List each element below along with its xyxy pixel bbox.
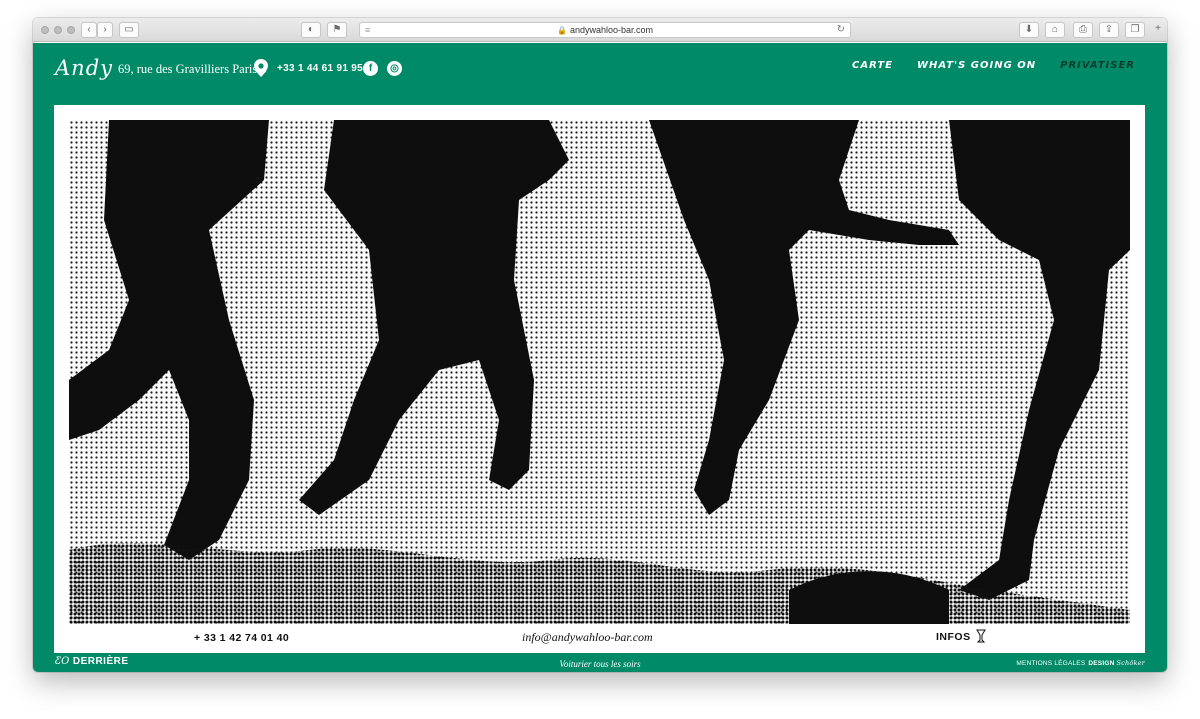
home-icon: ⌂ xyxy=(1051,24,1059,35)
tabs-button[interactable]: ❐ xyxy=(1125,22,1145,38)
home-button[interactable]: ⌂ xyxy=(1045,22,1065,38)
reader-icon[interactable]: ≡ xyxy=(365,23,370,37)
chevron-left-icon: ‹ xyxy=(87,24,91,35)
window-controls xyxy=(41,26,75,34)
url-text: andywahloo-bar.com xyxy=(569,25,654,35)
address-bar[interactable]: ≡ 🔒 andywahloo-bar.com ↻ xyxy=(359,22,851,38)
site-logo[interactable]: Andy xyxy=(55,56,113,80)
new-tab-button[interactable]: + xyxy=(1151,22,1165,38)
location-pin-icon[interactable] xyxy=(254,59,268,77)
content-frame: + 33 1 42 74 01 40 info@andywahloo-bar.c… xyxy=(54,105,1145,653)
browser-window: ‹ › ▭ ◐ ⚑ ≡ 🔒 andywahloo-bar.com ↻ ⬇ ⌂ ⎙ … xyxy=(33,18,1167,672)
close-window-button[interactable] xyxy=(41,26,49,34)
cocktail-glass-icon[interactable] xyxy=(976,629,986,643)
minimize-window-button[interactable] xyxy=(54,26,62,34)
footer-tagline: Voiturier tous les soirs xyxy=(559,659,641,669)
hero-image xyxy=(69,120,1130,624)
nav-carte[interactable]: CARTE xyxy=(852,60,893,71)
share-icon: ⇪ xyxy=(1104,24,1114,35)
share-button[interactable]: ⇪ xyxy=(1099,22,1119,38)
forward-button[interactable]: › xyxy=(97,22,113,38)
contact-phone[interactable]: + 33 1 42 74 01 40 xyxy=(194,632,289,644)
tabs-icon: ❐ xyxy=(1130,24,1140,35)
design-label: DESIGN xyxy=(1088,660,1115,667)
header-phone[interactable]: +33 1 44 61 91 95 xyxy=(277,63,363,74)
instagram-icon[interactable]: ◎ xyxy=(387,61,402,76)
halftone-dancers-image xyxy=(69,120,1130,624)
sidebar-icon: ▭ xyxy=(124,24,134,35)
infos-link[interactable]: INFOS xyxy=(936,631,971,643)
print-icon: ⎙ xyxy=(1079,24,1087,35)
privacy-button[interactable]: ◐ xyxy=(301,22,321,38)
legal-link[interactable]: MENTIONS LÉGALES xyxy=(1016,660,1085,667)
nav-whats-going-on[interactable]: WHAT'S GOING ON xyxy=(917,60,1036,71)
sidebar-button[interactable]: ▭ xyxy=(119,22,139,38)
design-credit-link[interactable]: Schöker xyxy=(1117,659,1146,667)
facebook-icon[interactable]: f xyxy=(363,61,378,76)
extension-button[interactable]: ⚑ xyxy=(327,22,347,38)
zoom-window-button[interactable] xyxy=(67,26,75,34)
main-nav: CARTE WHAT'S GOING ON PRIVATISER xyxy=(852,60,1135,71)
reload-icon[interactable]: ↻ xyxy=(837,23,845,37)
shield-icon: ◐ xyxy=(307,24,315,35)
back-button[interactable]: ‹ xyxy=(81,22,97,38)
print-button[interactable]: ⎙ xyxy=(1073,22,1093,38)
plus-icon: + xyxy=(1155,23,1161,34)
contact-email[interactable]: info@andywahloo-bar.com xyxy=(522,630,653,645)
browser-toolbar: ‹ › ▭ ◐ ⚑ ≡ 🔒 andywahloo-bar.com ↻ ⬇ ⌂ ⎙ … xyxy=(33,18,1167,42)
download-icon: ⬇ xyxy=(1024,24,1034,35)
chevron-right-icon: › xyxy=(103,24,107,35)
lock-icon: 🔒 xyxy=(556,26,567,35)
website: Andy 69, rue des Gravilliers Paris 3 +33… xyxy=(33,43,1167,672)
footer-credits: MENTIONS LÉGALES DESIGN Schöker xyxy=(1016,659,1145,667)
address-text: 69, rue des Gravilliers Paris 3 xyxy=(118,62,267,76)
nav-privatiser[interactable]: PRIVATISER xyxy=(1060,60,1135,71)
downloads-button[interactable]: ⬇ xyxy=(1019,22,1039,38)
flag-icon: ⚑ xyxy=(332,24,342,35)
